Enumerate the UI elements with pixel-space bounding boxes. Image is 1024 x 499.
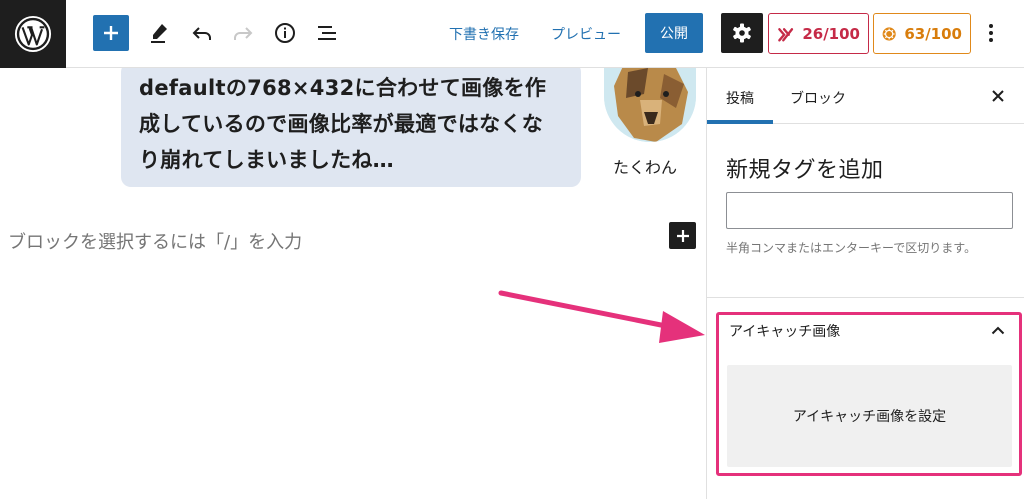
list-view-icon bbox=[318, 26, 336, 40]
tags-heading: 新規タグを追加 bbox=[726, 158, 884, 183]
details-button[interactable] bbox=[268, 16, 302, 50]
avatar-dog-image bbox=[604, 68, 696, 142]
settings-button[interactable] bbox=[721, 13, 763, 53]
featured-image-panel: アイキャッチ画像 アイキャッチ画像を設定 bbox=[716, 312, 1022, 476]
preview-button[interactable]: プレビュー bbox=[551, 24, 621, 44]
options-menu-button[interactable] bbox=[980, 16, 1002, 50]
panel-divider bbox=[707, 297, 1024, 298]
tab-post[interactable]: 投稿 bbox=[726, 88, 754, 108]
undo-icon bbox=[192, 27, 211, 40]
readability-score-button[interactable]: 63/100 bbox=[873, 13, 971, 54]
yoast-icon bbox=[778, 27, 794, 41]
seo-score-button[interactable]: 26/100 bbox=[768, 13, 869, 54]
plus-icon bbox=[104, 26, 118, 40]
block-placeholder[interactable]: ブロックを選択するには「/」を入力 bbox=[8, 228, 302, 254]
seo-score-value: 26/100 bbox=[802, 24, 860, 43]
avatar-name: たくわん bbox=[613, 158, 678, 177]
speech-bubble-block[interactable]: defaultの768×432に合わせて画像を作成しているので画像比率が最適では… bbox=[121, 68, 581, 187]
featured-image-panel-toggle[interactable] bbox=[989, 323, 1007, 337]
editor-toolbar: 下書き保存 プレビュー 公開 26/100 63/100 bbox=[0, 0, 1024, 68]
sidebar-tabs: 投稿 ブロック bbox=[707, 68, 1024, 124]
chevron-up-icon bbox=[991, 326, 1005, 334]
annotation-arrow bbox=[498, 290, 705, 343]
tools-button[interactable] bbox=[142, 16, 176, 50]
wordpress-logo-icon bbox=[14, 15, 52, 53]
readability-score-value: 63/100 bbox=[904, 24, 962, 43]
tab-block[interactable]: ブロック bbox=[790, 88, 846, 108]
speech-bubble-text[interactable]: defaultの768×432に合わせて画像を作成しているので画像比率が最適では… bbox=[139, 70, 561, 178]
inline-add-block-button[interactable] bbox=[669, 222, 696, 249]
redo-icon bbox=[234, 27, 253, 40]
redo-button[interactable] bbox=[226, 16, 260, 50]
plus-icon bbox=[676, 229, 689, 242]
save-draft-button[interactable]: 下書き保存 bbox=[449, 24, 519, 44]
editor-canvas[interactable]: defaultの768×432に合わせて画像を作成しているので画像比率が最適では… bbox=[0, 68, 706, 499]
wordpress-logo-button[interactable] bbox=[0, 0, 66, 68]
undo-button[interactable] bbox=[185, 16, 219, 50]
avatar bbox=[604, 68, 696, 142]
add-tag-input[interactable] bbox=[726, 192, 1013, 229]
list-view-button[interactable] bbox=[310, 16, 344, 50]
publish-button[interactable]: 公開 bbox=[645, 13, 703, 53]
close-icon bbox=[992, 90, 1004, 102]
readability-icon bbox=[882, 26, 896, 41]
gear-icon bbox=[733, 23, 751, 43]
pen-icon bbox=[151, 24, 167, 43]
block-inserter-button[interactable] bbox=[93, 15, 129, 51]
info-icon bbox=[275, 23, 295, 43]
close-sidebar-button[interactable] bbox=[987, 85, 1009, 107]
featured-image-panel-title[interactable]: アイキャッチ画像 bbox=[729, 321, 840, 341]
more-vertical-icon bbox=[989, 24, 993, 42]
set-featured-image-button[interactable]: アイキャッチ画像を設定 bbox=[727, 365, 1012, 467]
tags-help-text: 半角コンマまたはエンターキーで区切ります。 bbox=[726, 241, 977, 255]
active-tab-indicator bbox=[707, 120, 773, 124]
